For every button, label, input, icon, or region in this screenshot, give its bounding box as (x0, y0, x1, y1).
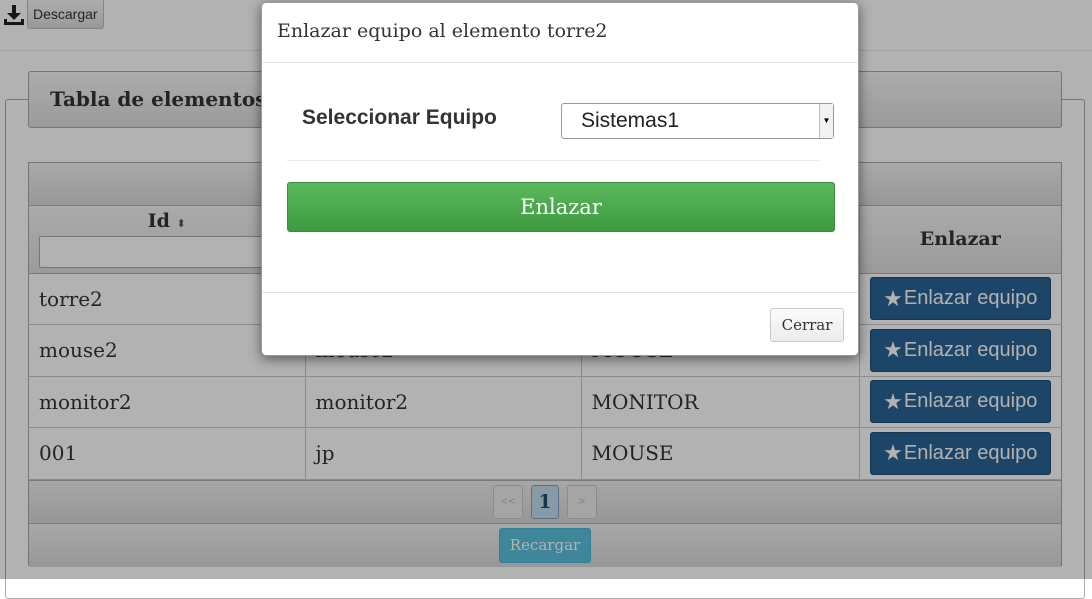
dialog-header: Enlazar equipo al elemento torre2 (262, 3, 858, 63)
dialog-title: Enlazar equipo al elemento torre2 (277, 20, 608, 42)
team-select-label: Seleccionar Equipo (302, 106, 497, 129)
dialog-footer: Cerrar (262, 292, 858, 356)
link-team-dialog: Enlazar equipo al elemento torre2 Selecc… (261, 2, 859, 356)
team-select-value: Sistemas1 (581, 109, 680, 132)
team-select[interactable]: Sistemas1 ▼ (561, 103, 834, 139)
link-submit-button[interactable]: Enlazar (287, 182, 835, 232)
divider (287, 160, 819, 161)
chevron-down-icon[interactable]: ▼ (819, 104, 833, 138)
close-button[interactable]: Cerrar (770, 308, 844, 342)
